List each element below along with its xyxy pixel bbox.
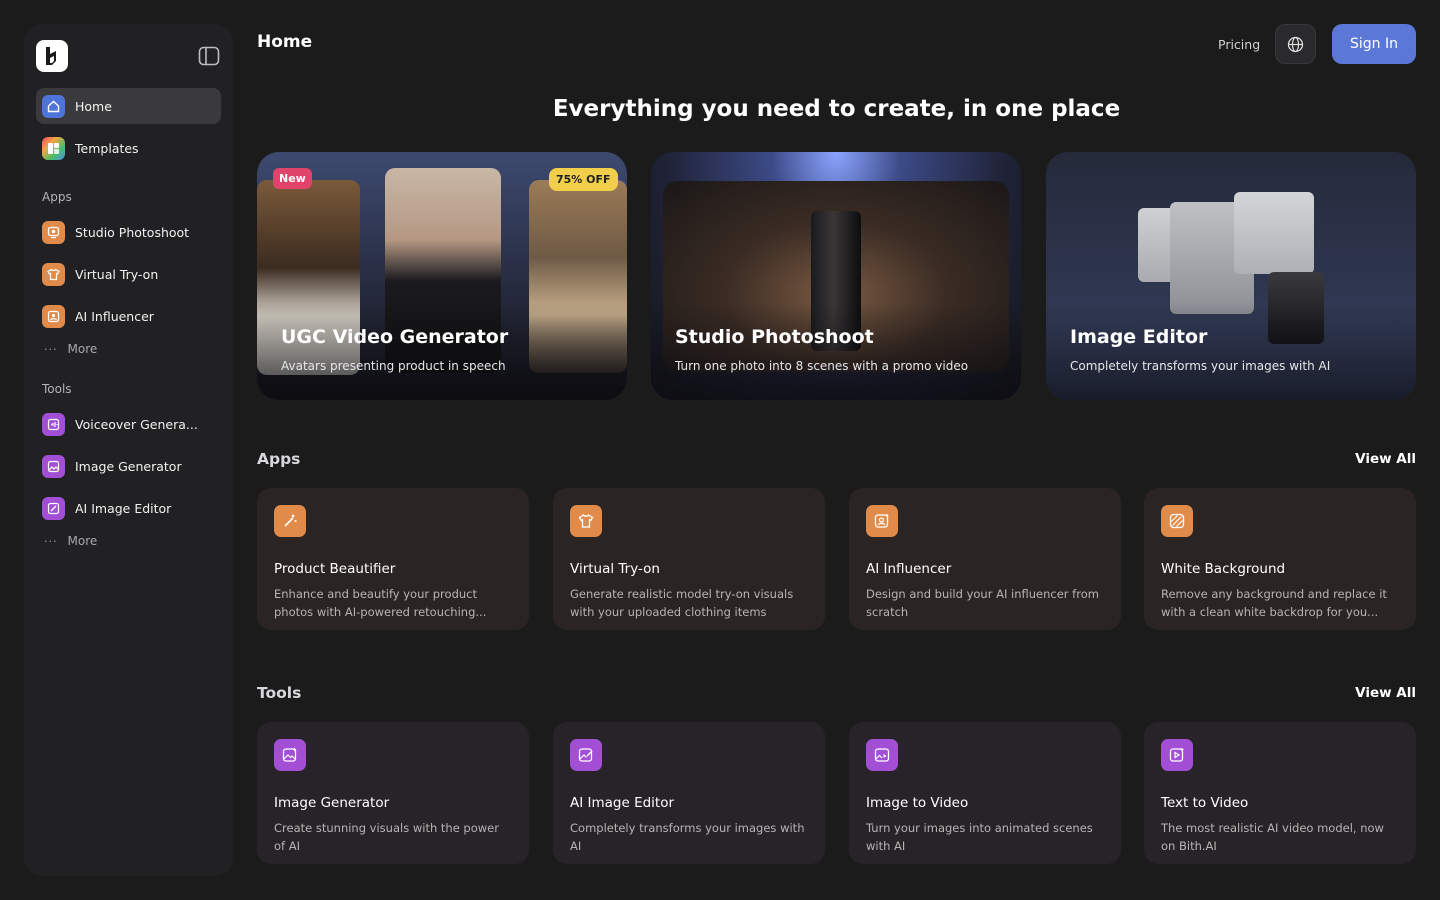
sidebar-item-voiceover-generator[interactable]: Voiceover Genera... (36, 406, 221, 442)
sidebar-item-virtual-try-on[interactable]: Virtual Try-on (36, 256, 221, 292)
voiceover-icon (42, 412, 65, 436)
image-edit-icon (42, 496, 65, 520)
image-sparkle-icon (274, 739, 306, 771)
app-card-product-beautifier[interactable]: Product Beautifier Enhance and beautify … (257, 488, 529, 630)
new-badge: New (273, 168, 312, 189)
editor-photo-3 (1234, 192, 1314, 274)
home-icon (42, 94, 65, 118)
tool-card-text-to-video[interactable]: Text to Video The most realistic AI vide… (1144, 722, 1416, 864)
sign-in-button[interactable]: Sign In (1332, 24, 1416, 64)
sidebar-item-label: Templates (75, 140, 139, 156)
image-sparkle-icon (42, 454, 65, 478)
feature-title: UGC Video Generator (281, 326, 509, 348)
card-title: AI Image Editor (570, 795, 675, 811)
apps-section-title: Apps (257, 450, 301, 468)
feature-title: Studio Photoshoot (675, 326, 874, 348)
feature-shade (1046, 302, 1416, 400)
more-label: More (67, 534, 98, 548)
sidebar-apps-more[interactable]: ··· More (44, 342, 97, 356)
card-title: AI Influencer (866, 561, 952, 577)
card-description: Generate realistic model try-on visuals … (570, 587, 794, 619)
feature-shade (651, 302, 1021, 400)
tool-card-image-to-video[interactable]: Image to Video Turn your images into ani… (849, 722, 1121, 864)
sidebar-item-ai-image-editor[interactable]: AI Image Editor (36, 490, 221, 526)
person-sparkle-icon (866, 505, 898, 537)
sidebar-toggle-icon[interactable] (198, 46, 220, 66)
image-edit-icon (570, 739, 602, 771)
feature-subtitle: Avatars presenting product in speech (281, 359, 506, 373)
tool-card-image-generator[interactable]: Image Generator Create stunning visuals … (257, 722, 529, 864)
card-title: Virtual Try-on (570, 561, 660, 577)
sidebar-item-label: AI Influencer (75, 308, 154, 324)
card-description: Completely transforms your images with A… (570, 821, 805, 853)
card-description: Enhance and beautify your product photos… (274, 587, 487, 619)
hero-headline: Everything you need to create, in one pl… (552, 96, 1121, 122)
sidebar: Home Templates Apps Studio Photoshoot Vi… (24, 24, 233, 876)
person-sparkle-icon (42, 304, 65, 328)
sidebar-item-label: Virtual Try-on (75, 266, 159, 282)
sidebar-item-studio-photoshoot[interactable]: Studio Photoshoot (36, 214, 221, 250)
pricing-link[interactable]: Pricing (1218, 37, 1260, 52)
card-title: Image Generator (274, 795, 390, 811)
feature-subtitle: Completely transforms your images with A… (1070, 359, 1331, 373)
more-dots-icon: ··· (44, 342, 58, 356)
image-video-icon (866, 739, 898, 771)
card-title: Product Beautifier (274, 561, 396, 577)
sidebar-item-ai-influencer[interactable]: AI Influencer (36, 298, 221, 334)
feature-title: Image Editor (1070, 326, 1208, 348)
shirt-icon (570, 505, 602, 537)
globe-icon (1287, 36, 1304, 52)
sidebar-section-tools: Tools (42, 382, 72, 396)
sidebar-item-templates[interactable]: Templates (36, 130, 221, 166)
page-title: Home (257, 32, 313, 52)
app-card-white-background[interactable]: White Background Remove any background a… (1144, 488, 1416, 630)
sidebar-item-home[interactable]: Home (36, 88, 221, 124)
app-card-virtual-try-on[interactable]: Virtual Try-on Generate realistic model … (553, 488, 825, 630)
magic-wand-icon (274, 505, 306, 537)
sidebar-item-label: Studio Photoshoot (75, 224, 190, 240)
feature-card-ugc-video[interactable]: New 75% OFF UGC Video Generator Avatars … (257, 152, 627, 400)
sidebar-section-apps: Apps (42, 190, 72, 204)
templates-icon (42, 136, 65, 160)
app-card-ai-influencer[interactable]: AI Influencer Design and build your AI i… (849, 488, 1121, 630)
sidebar-item-image-generator[interactable]: Image Generator (36, 448, 221, 484)
card-description: The most realistic AI video model, now o… (1161, 821, 1384, 853)
feature-card-studio-photoshoot[interactable]: Studio Photoshoot Turn one photo into 8 … (651, 152, 1021, 400)
hatched-square-icon (1161, 505, 1193, 537)
more-label: More (67, 342, 98, 356)
sidebar-item-label: Home (75, 98, 112, 114)
app-logo[interactable] (36, 40, 68, 72)
tools-section-title: Tools (257, 684, 302, 702)
shirt-icon (42, 262, 65, 286)
language-button[interactable] (1275, 24, 1316, 64)
play-sparkle-icon (1161, 739, 1193, 771)
card-title: Image to Video (866, 795, 969, 811)
camera-icon (42, 220, 65, 244)
card-title: White Background (1161, 561, 1286, 577)
sidebar-item-label: Image Generator (75, 458, 182, 474)
more-dots-icon: ··· (44, 534, 58, 548)
card-title: Text to Video (1161, 795, 1249, 811)
feature-shade (257, 302, 627, 400)
discount-badge: 75% OFF (549, 168, 618, 191)
card-description: Design and build your AI influencer from… (866, 587, 1099, 619)
sidebar-tools-more[interactable]: ··· More (44, 534, 97, 548)
tools-view-all-link[interactable]: View All (1355, 685, 1416, 701)
tool-card-ai-image-editor[interactable]: AI Image Editor Completely transforms yo… (553, 722, 825, 864)
feature-card-image-editor[interactable]: Image Editor Completely transforms your … (1046, 152, 1416, 400)
card-description: Turn your images into animated scenes wi… (866, 821, 1093, 853)
sidebar-item-label: Voiceover Genera... (75, 416, 198, 432)
card-description: Remove any background and replace it wit… (1161, 587, 1387, 619)
card-description: Create stunning visuals with the power o… (274, 821, 499, 853)
feature-subtitle: Turn one photo into 8 scenes with a prom… (675, 359, 969, 373)
apps-view-all-link[interactable]: View All (1355, 451, 1416, 467)
sidebar-item-label: AI Image Editor (75, 500, 172, 516)
